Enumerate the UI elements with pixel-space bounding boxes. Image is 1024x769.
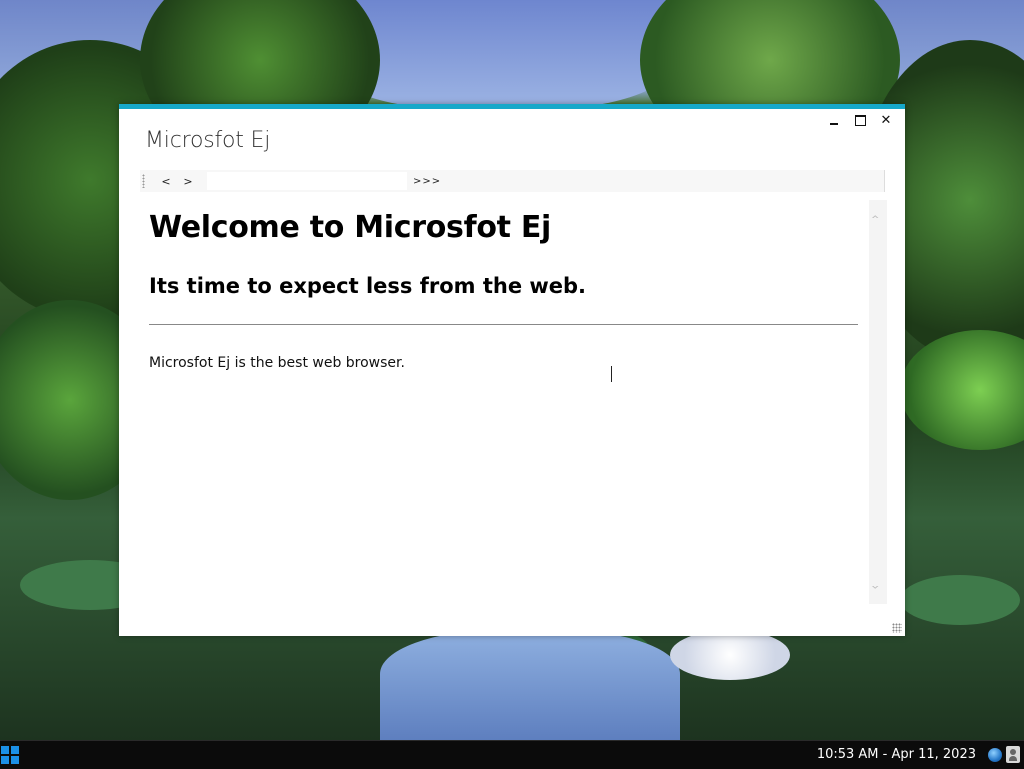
close-button[interactable]: ✕	[877, 112, 895, 128]
maximize-icon	[854, 114, 866, 126]
window-controls: ✕	[825, 112, 895, 128]
maximize-button[interactable]	[851, 112, 869, 128]
resize-grip-icon[interactable]	[892, 623, 902, 633]
globe-icon[interactable]	[988, 748, 1002, 762]
window-title: Microsfot Ej	[145, 128, 271, 153]
taskbar: 10:53 AM - Apr 11, 2023	[0, 740, 1024, 769]
toolbar-grip-icon[interactable]	[142, 174, 145, 188]
vertical-scrollbar[interactable]: ‸ ‸	[869, 200, 887, 604]
browser-toolbar: < > >>>	[140, 170, 885, 192]
address-bar[interactable]	[207, 172, 407, 190]
toolbar-overflow-button[interactable]: >>>	[413, 176, 441, 187]
close-icon: ✕	[880, 112, 892, 128]
windows-start-icon[interactable]	[1, 746, 19, 764]
page-heading: Welcome to Microsfot Ej	[149, 210, 551, 245]
page-content: Welcome to Microsfot Ej Its time to expe…	[149, 208, 859, 371]
wallpaper-water	[380, 630, 680, 740]
horizontal-rule	[149, 324, 858, 325]
minimize-icon	[830, 123, 838, 125]
wallpaper-lotus	[670, 630, 790, 680]
page-subheading: Its time to expect less from the web.	[149, 274, 587, 298]
minimize-button[interactable]	[825, 112, 843, 128]
taskbar-clock[interactable]: 10:53 AM - Apr 11, 2023	[817, 747, 976, 762]
wallpaper-lilypad	[900, 575, 1020, 625]
scroll-down-icon[interactable]: ‸	[872, 585, 879, 600]
browser-window: Microsfot Ej ✕ < > >>> Welcome to Micros…	[119, 104, 905, 636]
window-accent-bar	[119, 104, 905, 109]
forward-button[interactable]: >	[177, 175, 199, 188]
user-icon[interactable]	[1006, 746, 1020, 763]
scroll-up-icon[interactable]: ‸	[872, 204, 879, 219]
text-cursor-icon	[611, 366, 613, 382]
wallpaper-sky	[330, 0, 670, 110]
wallpaper-foliage	[900, 330, 1024, 450]
back-button[interactable]: <	[155, 175, 177, 188]
page-paragraph: Microsfot Ej is the best web browser.	[149, 355, 405, 371]
